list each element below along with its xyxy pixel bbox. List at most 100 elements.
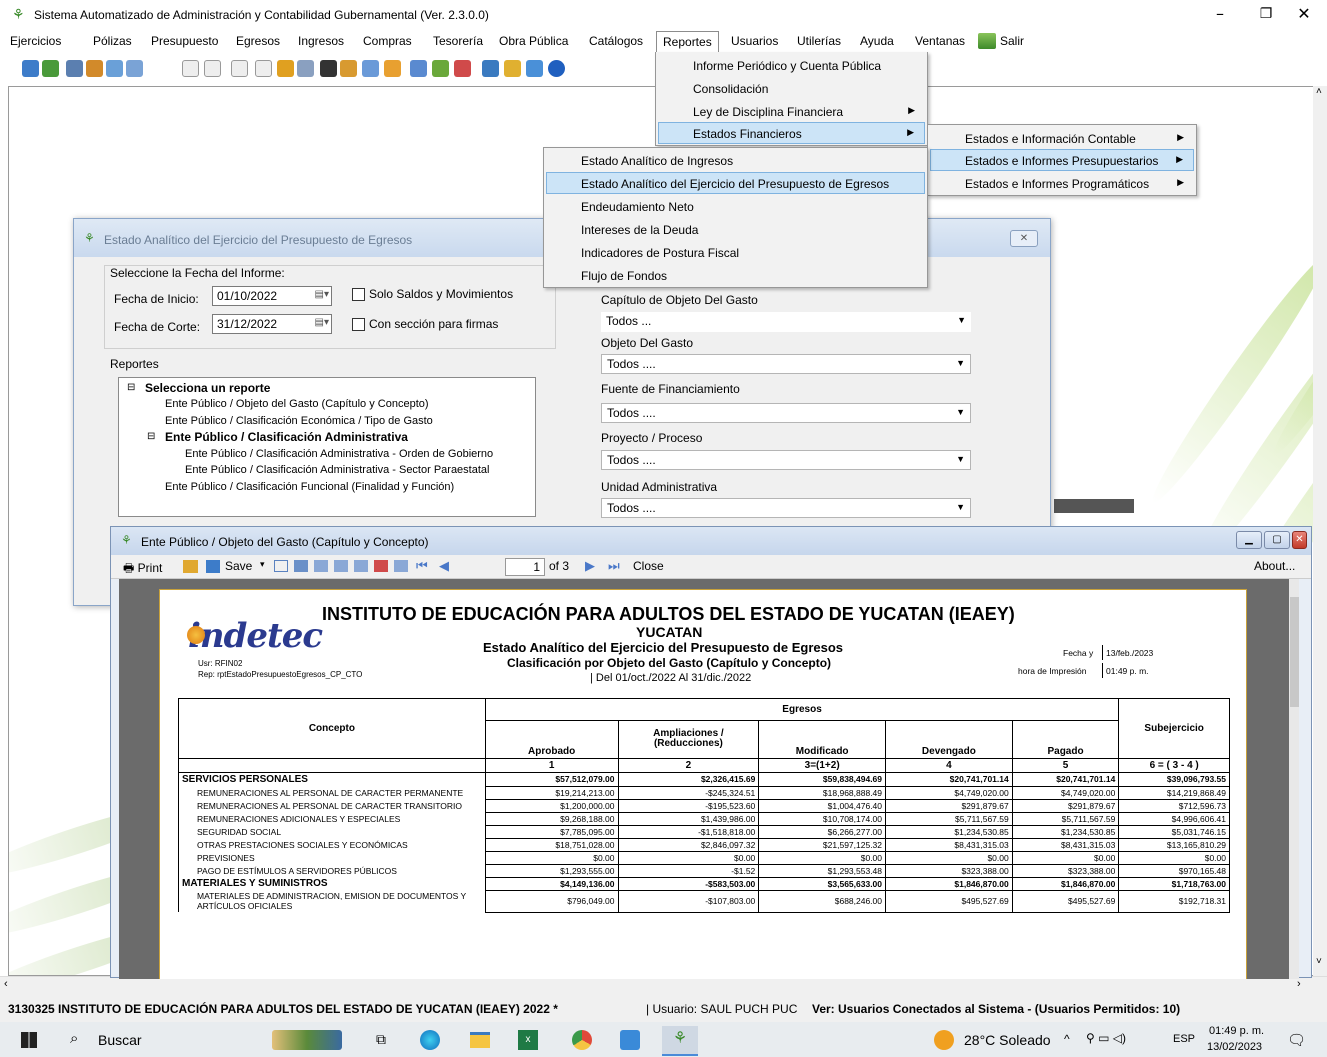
menu-item-flujo-fondos[interactable]: Flujo de Fondos [546,265,925,287]
previous-page-icon[interactable]: ◀ [439,558,449,574]
scroll-right-icon[interactable]: › [1297,978,1301,990]
page-setup-icon[interactable] [334,560,348,572]
clock-date[interactable]: 13/02/2023 [1207,1041,1262,1053]
email-icon[interactable] [274,560,288,572]
close-button[interactable]: Close [633,559,664,573]
list-icon[interactable] [106,60,123,77]
menu-polizas[interactable]: Pólizas [93,34,132,48]
fecha-inicio-field[interactable]: 01/10/2022 ▤▾ [212,286,332,306]
scroll-left-icon[interactable]: ‹ [4,978,8,990]
clock-time[interactable]: 01:49 p. m. [1209,1025,1264,1037]
fecha-corte-field[interactable]: 31/12/2022 ▤▾ [212,314,332,334]
save-icon[interactable] [206,560,220,573]
menu-ejercicios[interactable]: Ejercicios [10,34,61,48]
users-icon[interactable] [454,60,471,77]
scroll-down-icon[interactable]: ˅ [1316,956,1322,967]
language-indicator[interactable]: ESP [1173,1033,1195,1045]
dialog-close-button[interactable]: ✕ [1010,230,1038,247]
d-icon[interactable] [204,60,221,77]
menu-compras[interactable]: Compras [363,34,412,48]
key-icon[interactable] [504,60,521,77]
box-icon[interactable] [384,60,401,77]
menu-item-estados-financieros[interactable]: Estados Financieros ▶ [658,122,925,144]
scroll-up-icon[interactable]: ˄ [1316,86,1322,97]
menu-item-info-contable[interactable]: Estados e Información Contable ▶ [930,128,1194,150]
chrome-icon[interactable] [572,1030,592,1050]
people-icon[interactable] [362,60,379,77]
calculator-icon[interactable] [320,60,337,77]
report-close-button[interactable]: ✕ [1292,531,1307,549]
menu-utilerias[interactable]: Utilerías [797,34,841,48]
tray-icons[interactable]: ⚲ ▭ ◁) [1086,1031,1126,1045]
menu-item-ley-disciplina[interactable]: Ley de Disciplina Financiera ▶ [658,101,925,123]
collapse-icon[interactable]: ⊟ [147,431,155,442]
solo-saldos-checkbox[interactable] [352,288,365,301]
menu-item-endeudamiento[interactable]: Endeudamiento Neto [546,196,925,218]
grid-icon[interactable] [126,60,143,77]
filter-unidad-select[interactable]: Todos .... ▼ [601,498,971,518]
sistema-app-icon[interactable]: ⚘ [662,1026,698,1056]
menu-item-analitico-egresos[interactable]: Estado Analítico del Ejercicio del Presu… [546,172,925,194]
vertical-scrollbar[interactable]: ˄ ˅ [1313,86,1327,976]
transfer-icon[interactable] [86,60,103,77]
first-page-icon[interactable]: ⏮ [416,558,428,574]
collapse-icon[interactable]: ⊟ [127,382,135,393]
save-icon[interactable] [66,60,83,77]
menu-item-intereses-deuda[interactable]: Intereses de la Deuda [546,219,925,241]
print-icon[interactable] [297,60,314,77]
tree-item-orden-gobierno[interactable]: Ente Público / Clasificación Administrat… [185,448,493,460]
minimize-icon[interactable]: – [1197,4,1243,23]
last-page-icon[interactable]: ⏭ [608,558,620,574]
menu-ventanas[interactable]: Ventanas [915,34,965,48]
calendar-dropdown-icon[interactable]: ▤▾ [309,317,329,331]
menu-catalogos[interactable]: Catálogos [589,34,643,48]
next-page-icon[interactable]: ▶ [585,558,595,574]
menu-salir[interactable]: Salir [1000,34,1024,48]
layout-icon[interactable] [314,560,328,572]
menu-reportes[interactable]: Reportes [656,31,719,52]
news-widget-icon[interactable] [272,1030,342,1050]
refresh-icon[interactable] [22,60,39,77]
store-icon[interactable] [620,1030,640,1050]
folder-icon[interactable] [277,60,294,77]
excel-icon[interactable]: x [518,1030,538,1050]
menu-tesoreria[interactable]: Tesorería [433,34,483,48]
tray-chevron-icon[interactable]: ^ [1064,1032,1070,1046]
file-explorer-icon[interactable] [470,1032,490,1048]
menu-obra-publica[interactable]: Obra Pública [499,34,568,48]
c-icon[interactable] [182,60,199,77]
tree-item-clasif-economica[interactable]: Ente Público / Clasificación Económica /… [165,415,433,427]
menu-presupuesto[interactable]: Presupuesto [151,34,218,48]
print-button[interactable]: 🖶 Print [123,559,162,580]
search-icon[interactable]: ⌕ [70,1030,78,1047]
notification-icon[interactable]: 🗨 [1287,1031,1306,1049]
delete-icon[interactable] [374,560,388,572]
task-view-icon[interactable]: ⧉ [376,1031,386,1048]
windows-start-icon[interactable] [21,1032,37,1048]
menu-usuarios[interactable]: Usuarios [731,34,778,48]
find-icon[interactable] [294,560,308,572]
preview-scroll-thumb[interactable] [1290,597,1299,707]
save-button[interactable]: Save [225,559,252,573]
report-icon[interactable] [410,60,427,77]
tree-item-sector-paraestatal[interactable]: Ente Público / Clasificación Administrat… [185,464,489,476]
edit-icon[interactable] [340,60,357,77]
menu-item-informe-periodico[interactable]: Informe Periódico y Cuenta Pública [658,55,925,77]
menu-egresos[interactable]: Egresos [236,34,280,48]
chart-icon[interactable] [42,60,59,77]
save-dropdown-icon[interactable]: ▾ [260,559,265,570]
filter-capitulo-select[interactable]: Todos ... ▼ [601,312,971,332]
filter-fuente-select[interactable]: Todos .... ▼ [601,403,971,423]
page-number-input[interactable]: 1 [505,558,545,576]
menu-item-analitico-ingresos[interactable]: Estado Analítico de Ingresos [546,150,925,172]
menu-ingresos[interactable]: Ingresos [298,34,344,48]
taskbar-search[interactable]: Buscar [98,1032,142,1048]
p-icon[interactable] [255,60,272,77]
tree-item-clasif-funcional[interactable]: Ente Público / Clasificación Funcional (… [165,481,454,493]
tree-item-clasif-administrativa[interactable]: Ente Público / Clasificación Administrat… [165,430,408,444]
edge-icon[interactable] [420,1030,440,1050]
close-icon[interactable]: ✕ [1281,4,1327,23]
menu-ayuda[interactable]: Ayuda [860,34,894,48]
menu-item-postura-fiscal[interactable]: Indicadores de Postura Fiscal [546,242,925,264]
preview-scrollbar[interactable] [1289,579,1299,979]
